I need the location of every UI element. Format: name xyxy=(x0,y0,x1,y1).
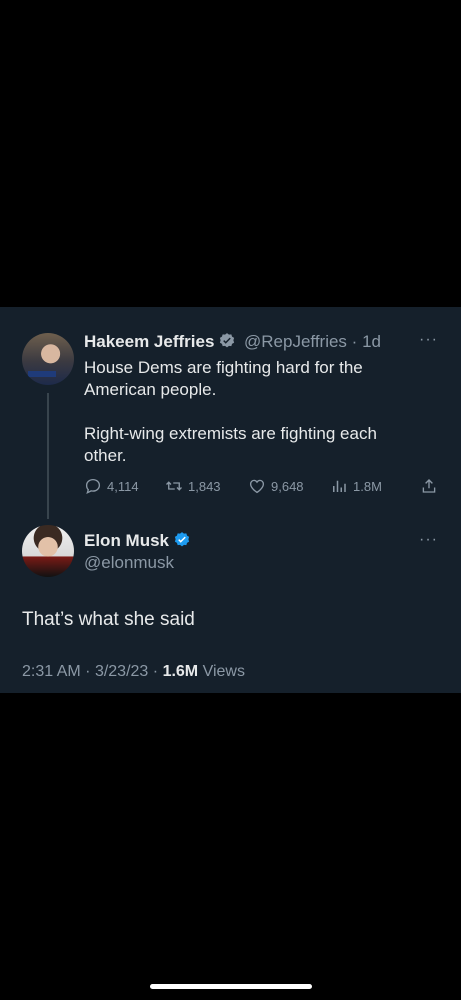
tweet-author-name[interactable]: Elon Musk xyxy=(84,531,169,550)
separator: · xyxy=(351,332,358,351)
reply-time[interactable]: 1d xyxy=(362,332,381,351)
separator: · xyxy=(85,663,91,680)
views-icon xyxy=(333,480,346,492)
reply-more-icon[interactable]: ··· xyxy=(419,331,438,349)
reply-action-bar: 4,114 1,843 9,648 1.8M xyxy=(84,477,444,497)
jeffries-avatar[interactable] xyxy=(22,333,74,385)
share-action[interactable] xyxy=(420,477,438,495)
tweet-text: That’s what she said xyxy=(22,609,195,630)
like-action[interactable]: 9,648 xyxy=(248,477,304,495)
retweet-icon xyxy=(166,481,182,491)
tweet-handle[interactable]: @elonmusk xyxy=(84,553,174,573)
reply-author-name[interactable]: Hakeem Jeffries xyxy=(84,332,214,351)
verified-icon xyxy=(218,332,236,355)
reply-handle-time[interactable]: @RepJeffries · 1d xyxy=(244,332,381,352)
tweet-time[interactable]: 2:31 AM xyxy=(22,663,81,680)
verified-icon xyxy=(173,531,191,554)
share-icon xyxy=(422,479,436,493)
tweet-views-count: 1.6M xyxy=(162,663,199,680)
tweet-card: Hakeem Jeffries @RepJeffries · 1d ··· Ho… xyxy=(0,307,461,693)
tweet-date[interactable]: 3/23/23 xyxy=(95,663,148,680)
reply-text-line2: Right-wing extremists are fighting each … xyxy=(84,424,377,465)
tweet-meta: 2:31 AM · 3/23/23 · 1.6M Views xyxy=(22,663,245,681)
reply-count: 4,114 xyxy=(107,478,139,494)
views-count: 1.8M xyxy=(353,478,382,494)
musk-avatar[interactable] xyxy=(22,525,74,577)
retweet-action[interactable]: 1,843 xyxy=(165,477,221,495)
views-action[interactable]: 1.8M xyxy=(330,477,382,495)
reply-text: House Dems are fighting hard for the Ame… xyxy=(84,357,414,467)
thread-line xyxy=(47,393,49,519)
reply-action[interactable]: 4,114 xyxy=(84,477,139,495)
tweet-more-icon[interactable]: ··· xyxy=(419,531,438,549)
tweet-author[interactable]: Elon Musk xyxy=(84,531,191,554)
retweet-count: 1,843 xyxy=(188,478,221,494)
reply-handle[interactable]: @RepJeffries xyxy=(244,332,347,351)
tweet-views-label: Views xyxy=(202,663,245,680)
like-count: 9,648 xyxy=(271,478,304,494)
reply-icon xyxy=(85,478,101,495)
reply-text-line1: House Dems are fighting hard for the Ame… xyxy=(84,358,363,399)
home-indicator[interactable] xyxy=(150,984,312,989)
reply-author[interactable]: Hakeem Jeffries xyxy=(84,332,236,355)
separator: · xyxy=(152,663,159,680)
like-icon xyxy=(249,479,265,494)
